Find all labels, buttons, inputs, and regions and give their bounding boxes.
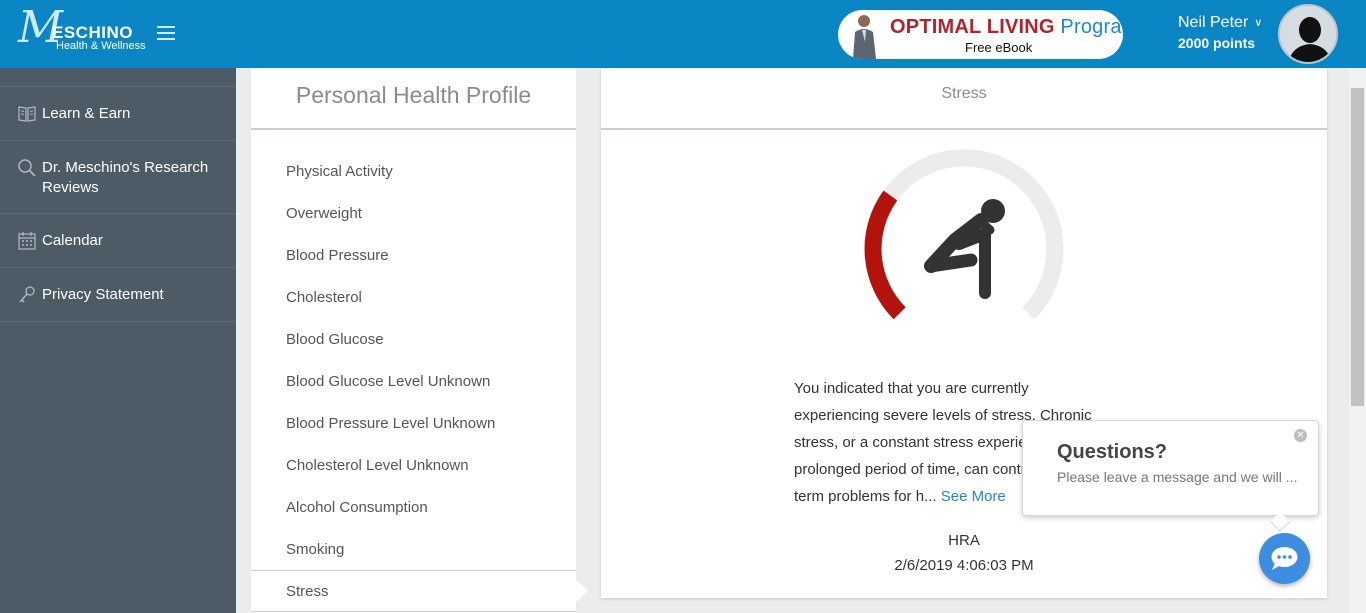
close-icon[interactable]: ✕ <box>1294 429 1307 442</box>
stress-detail-panel: Stress You indicated that you are curren… <box>601 68 1327 598</box>
top-header: M ESCHINO Health & Wellness OPTIMAL LIVI… <box>0 0 1366 68</box>
chat-message: Please leave a message and we will ... <box>1057 469 1298 485</box>
detail-title: Stress <box>941 85 987 102</box>
gauge-fill <box>864 190 906 320</box>
chat-button[interactable] <box>1259 533 1310 584</box>
calendar-icon <box>18 232 36 250</box>
chat-bubble-icon <box>1271 547 1298 570</box>
panel-title: Personal Health Profile <box>295 82 532 108</box>
optimal-living-promo-button[interactable]: OPTIMAL LIVING Program Free eBook <box>838 10 1123 59</box>
profile-item-blood-glucose-unknown[interactable]: Blood Glucose Level Unknown <box>286 373 490 390</box>
sidebar-item-research-reviews[interactable]: Dr. Meschino's Research Reviews <box>0 141 236 214</box>
sidebar-item-learn-earn[interactable]: Learn & Earn <box>0 87 236 141</box>
sidebar-item-label: Dr. Meschino's Research Reviews <box>42 159 209 196</box>
sidebar-item-calendar[interactable]: Calendar <box>0 214 236 268</box>
profile-item-blood-glucose[interactable]: Blood Glucose <box>286 331 384 348</box>
logo-subtitle: Health & Wellness <box>56 40 146 52</box>
chat-popup[interactable]: Questions? Please leave a message and we… <box>1022 420 1319 532</box>
timestamp: 2/6/2019 4:06:03 PM <box>894 557 1034 574</box>
profile-item-blood-pressure[interactable]: Blood Pressure <box>286 247 389 264</box>
user-name: Neil Peter <box>1178 14 1249 31</box>
user-menu[interactable]: Neil Peter ∨ 2000 points <box>1178 14 1262 51</box>
sidebar-item-partial[interactable] <box>0 68 236 87</box>
chevron-down-icon: ∨ <box>1254 17 1263 29</box>
sidebar: Learn & Earn Dr. Meschino's Research Rev… <box>0 68 236 613</box>
profile-item-physical-activity[interactable]: Physical Activity <box>286 163 393 180</box>
sidebar-item-privacy-statement[interactable]: Privacy Statement <box>0 268 236 322</box>
user-points: 2000 points <box>1178 35 1256 51</box>
chat-title: Questions? <box>1057 441 1168 463</box>
menu-icon[interactable] <box>157 26 175 40</box>
sidebar-item-label: Learn & Earn <box>42 105 131 122</box>
meschino-logo[interactable]: M ESCHINO Health & Wellness <box>18 6 153 58</box>
profile-item-cholesterol[interactable]: Cholesterol <box>286 289 362 306</box>
profile-item-blood-pressure-unknown[interactable]: Blood Pressure Level Unknown <box>286 415 495 432</box>
promo-title: OPTIMAL LIVING <box>890 16 1055 38</box>
key-icon <box>19 286 35 303</box>
promo-program: Program <box>1060 16 1123 38</box>
divider <box>601 128 1327 130</box>
source-label: HRA <box>948 532 980 549</box>
profile-item-smoking[interactable]: Smoking <box>286 541 344 558</box>
scrollbar-thumb[interactable] <box>1351 88 1364 406</box>
avatar[interactable] <box>1278 4 1338 64</box>
sidebar-item-label: Privacy Statement <box>42 286 164 303</box>
stress-gauge <box>864 149 1064 320</box>
health-profile-panel: Personal Health Profile Physical Activit… <box>251 68 576 613</box>
sidebar-item-label: Calendar <box>42 232 103 249</box>
profile-item-stress[interactable]: Stress <box>251 570 576 612</box>
promo-subtitle: Free eBook <box>965 40 1033 55</box>
profile-item-label: Stress <box>286 583 329 600</box>
profile-item-overweight[interactable]: Overweight <box>286 205 362 222</box>
profile-item-alcohol-consumption[interactable]: Alcohol Consumption <box>286 499 428 516</box>
search-icon <box>18 159 36 177</box>
book-icon <box>18 106 36 122</box>
profile-item-cholesterol-unknown[interactable]: Cholesterol Level Unknown <box>286 457 469 474</box>
active-item-pointer <box>576 580 588 602</box>
stressed-person-icon <box>924 199 1005 299</box>
divider <box>251 128 576 130</box>
person-photo-icon <box>853 15 876 59</box>
see-more-link[interactable]: See More <box>941 488 1006 505</box>
user-silhouette-icon <box>1280 6 1336 62</box>
